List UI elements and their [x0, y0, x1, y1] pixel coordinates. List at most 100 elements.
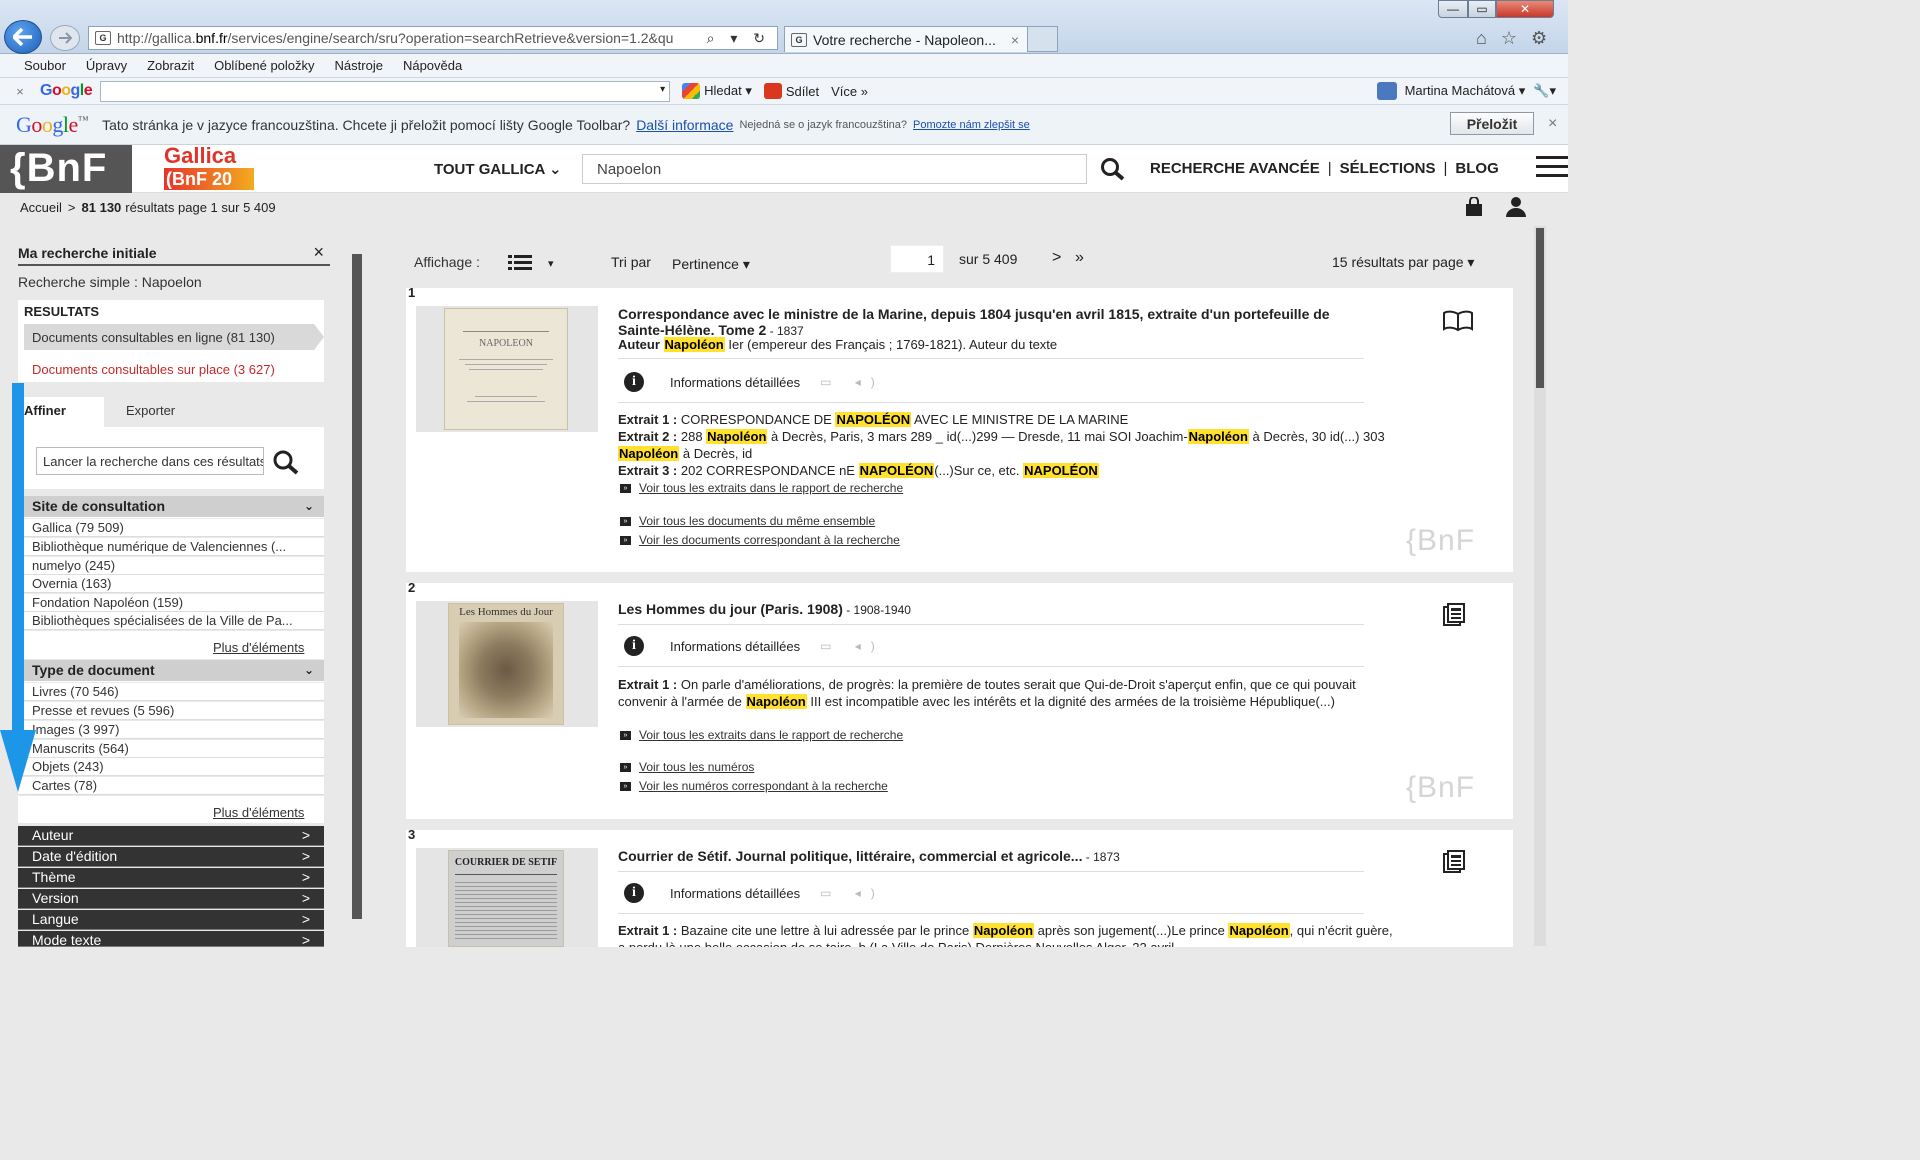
online-documents-filter[interactable]: Documents consultables en ligne (81 130)	[24, 324, 324, 350]
facet-author[interactable]: Auteur >	[18, 826, 324, 846]
help-improve-link[interactable]: Pomozte nám zlepšit se	[913, 119, 1030, 131]
all-extracts-link[interactable]: » Voir tous les extraits dans le rapport …	[620, 481, 903, 495]
refine-search-input[interactable]: Lancer la recherche dans ces résultats	[36, 447, 264, 475]
reading-tools-icon[interactable]: ▭ ◂)	[820, 886, 885, 900]
next-page-button[interactable]: >	[1052, 249, 1061, 267]
search-scope-select[interactable]: TOUT GALLICA ⌄	[434, 160, 562, 178]
nav-blog[interactable]: BLOG	[1455, 160, 1498, 177]
result-thumbnail[interactable]: Les Hommes du Jour	[416, 601, 598, 727]
matching-issues-link[interactable]: » Voir les numéros correspondant à la rec…	[620, 779, 888, 793]
info-icon[interactable]: i	[624, 372, 644, 392]
toolbar-close-icon[interactable]: ×	[0, 84, 40, 99]
facet-text-mode[interactable]: Mode texte >	[18, 931, 324, 948]
sort-select[interactable]: Pertinence ▾	[672, 256, 750, 273]
more-button[interactable]: Více »	[831, 84, 868, 99]
facet-item[interactable]: Bibliothèques spécialisées de la Ville d…	[18, 612, 324, 630]
more-info-link[interactable]: Další informace	[636, 117, 733, 133]
search-dropdown-icon[interactable]: ▾	[660, 84, 665, 95]
info-icon[interactable]: i	[624, 883, 644, 903]
menu-item-tools[interactable]: Nástroje	[335, 58, 383, 73]
same-set-link[interactable]: » Voir tous les documents du même ensembl…	[620, 514, 875, 528]
result-thumbnail[interactable]: COURRIER DE SETIF	[416, 848, 598, 947]
facet-item[interactable]: numelyo (245)	[18, 557, 324, 575]
matching-docs-link[interactable]: » Voir les documents correspondant à la r…	[620, 533, 900, 547]
result-thumbnail[interactable]: NAPOLEON	[416, 306, 598, 432]
facet-item[interactable]: Overnia (163)	[18, 575, 324, 593]
home-icon[interactable]: ⌂	[1476, 28, 1487, 49]
close-window-button[interactable]: ✕	[1496, 0, 1554, 18]
breadcrumb-home[interactable]: Accueil	[20, 200, 62, 215]
menu-item-help[interactable]: Nápověda	[403, 58, 462, 73]
menu-item-view[interactable]: Zobrazit	[147, 58, 194, 73]
all-extracts-link[interactable]: » Voir tous les extraits dans le rapport …	[620, 728, 903, 742]
result-title[interactable]: Les Hommes du jour (Paris. 1908) - 1908-…	[618, 601, 1378, 618]
nav-selections[interactable]: SÉLECTIONS	[1340, 160, 1436, 177]
reading-tools-icon[interactable]: ▭ ◂)	[820, 375, 885, 389]
address-bar[interactable]: G http://gallica.bnf.fr/services/engine/…	[88, 26, 778, 50]
facet-item[interactable]: Objets (243)	[18, 758, 324, 776]
detailed-info-row[interactable]: i Informations détaillées ▭ ◂)	[624, 372, 885, 392]
reading-tools-icon[interactable]: ▭ ◂)	[820, 639, 885, 653]
hamburger-menu-icon[interactable]	[1536, 156, 1568, 183]
bnf-logo[interactable]: {BnF	[0, 145, 132, 193]
facet-date[interactable]: Date d'édition >	[18, 847, 324, 867]
translate-button[interactable]: Přeložit	[1450, 112, 1534, 135]
back-button[interactable]	[4, 20, 42, 54]
new-tab-button[interactable]	[1028, 26, 1058, 52]
main-search-input[interactable]: Napoelon	[582, 154, 1087, 184]
scrollbar-thumb[interactable]	[1536, 228, 1544, 388]
forward-button[interactable]	[50, 25, 80, 51]
user-account-icon[interactable]	[1505, 196, 1527, 218]
shopping-bag-icon[interactable]	[1464, 196, 1484, 217]
list-view-icon[interactable]	[508, 254, 532, 275]
address-controls[interactable]: ⌕ ▾ ↻	[707, 30, 777, 47]
settings-gear-icon[interactable]: ⚙	[1531, 28, 1547, 49]
sidebar-scrollbar[interactable]	[352, 254, 362, 919]
detailed-info-row[interactable]: i Informations détaillées ▭ ◂)	[624, 636, 885, 656]
facet-item[interactable]: Bibliothèque numérique de Valenciennes (…	[18, 538, 324, 556]
info-icon[interactable]: i	[624, 636, 644, 656]
onsite-documents-filter[interactable]: Documents consultables sur place (3 627)	[32, 362, 275, 377]
facet-item[interactable]: Cartes (78)	[18, 777, 324, 795]
facet-item[interactable]: Gallica (79 509)	[18, 519, 324, 537]
facet-item[interactable]: Livres (70 546)	[18, 683, 324, 701]
close-icon[interactable]: ×	[313, 242, 324, 263]
favorites-star-icon[interactable]: ☆	[1501, 28, 1517, 49]
facet-item[interactable]: Presse et revues (5 596)	[18, 702, 324, 720]
minimize-button[interactable]: —	[1438, 0, 1468, 18]
page-number-input[interactable]: 1	[890, 245, 944, 273]
nav-advanced-search[interactable]: RECHERCHE AVANCÉE	[1150, 160, 1320, 177]
google-search-input[interactable]: ▾	[100, 80, 671, 102]
menu-item-favorites[interactable]: Oblíbené položky	[214, 58, 314, 73]
share-button[interactable]: Sdílet	[763, 83, 819, 99]
display-dropdown-icon[interactable]: ▾	[548, 257, 554, 270]
search-icon[interactable]	[1100, 157, 1126, 184]
result-title[interactable]: Correspondance avec le ministre de la Ma…	[618, 306, 1378, 339]
facet-item[interactable]: Fondation Napoléon (159)	[18, 594, 324, 612]
facet-language[interactable]: Langue >	[18, 910, 324, 930]
per-page-select[interactable]: 15 résultats par page ▾	[1332, 254, 1474, 271]
more-items-link[interactable]: Plus d'éléments	[213, 640, 304, 655]
tab-refine[interactable]: Affiner	[18, 397, 104, 427]
tab-export[interactable]: Exporter	[104, 397, 197, 427]
last-page-button[interactable]: »	[1075, 249, 1084, 267]
menu-item-edit[interactable]: Úpravy	[86, 58, 127, 73]
search-icon[interactable]	[272, 449, 300, 478]
facet-item[interactable]: Manuscrits (564)	[18, 740, 324, 758]
tab-close-icon[interactable]: ×	[1011, 32, 1019, 48]
maximize-button[interactable]: ▭	[1468, 0, 1496, 18]
facet-site-header[interactable]: Site de consultation ⌄	[18, 496, 324, 518]
gallica-logo[interactable]: Gallica (BnF 20	[160, 145, 260, 193]
wrench-icon[interactable]: 🔧▾	[1533, 83, 1556, 99]
facet-type-header[interactable]: Type de document ⌄	[18, 660, 324, 682]
google-search-button[interactable]: Hledat ▾	[682, 83, 752, 99]
detailed-info-row[interactable]: i Informations détaillées ▭ ◂)	[624, 883, 885, 903]
result-title[interactable]: Courrier de Sétif. Journal politique, li…	[618, 848, 1378, 865]
google-user-menu[interactable]: Martina Machátová ▾ 🔧▾	[1376, 82, 1568, 100]
more-items-link[interactable]: Plus d'éléments	[213, 805, 304, 820]
facet-version[interactable]: Version >	[18, 889, 324, 909]
all-issues-link[interactable]: » Voir tous les numéros	[620, 760, 754, 774]
browser-tab-active[interactable]: G Votre recherche - Napoleon... ×	[784, 26, 1028, 52]
translate-close-icon[interactable]: ×	[1548, 115, 1557, 133]
menu-item-file[interactable]: Soubor	[24, 58, 66, 73]
